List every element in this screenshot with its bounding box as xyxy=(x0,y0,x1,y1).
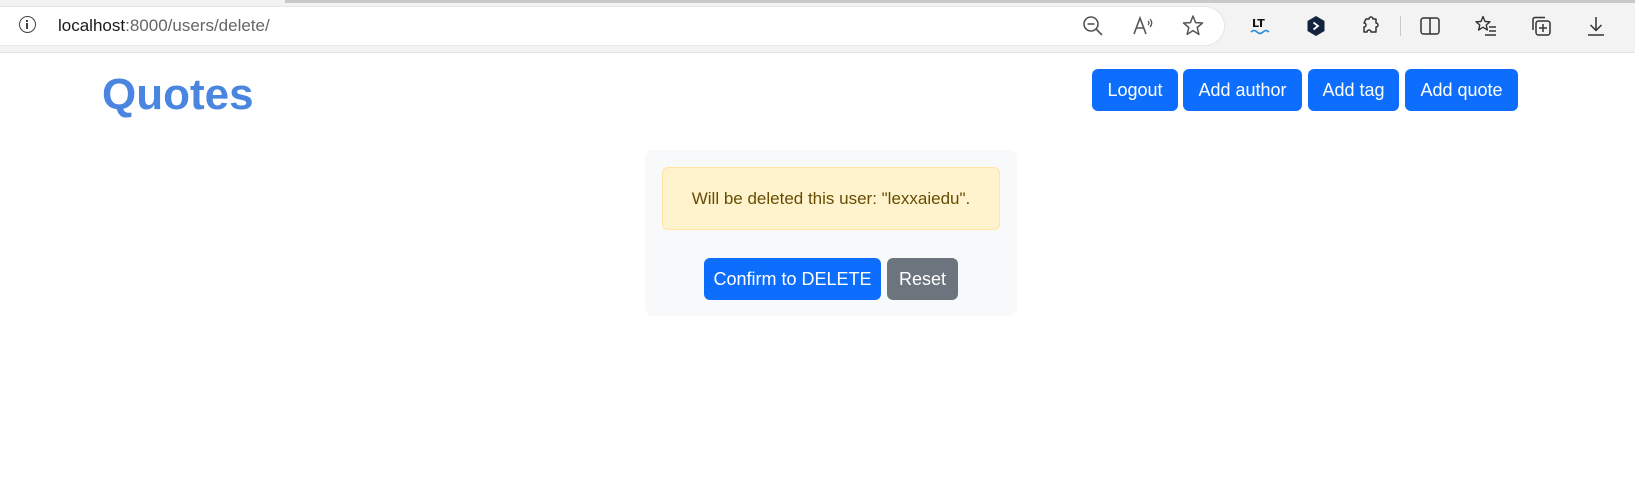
downloads-icon[interactable] xyxy=(1583,13,1609,39)
hex-extension-icon[interactable] xyxy=(1303,13,1329,39)
site-info-icon[interactable] xyxy=(19,16,36,33)
favorite-star-icon[interactable] xyxy=(1180,13,1206,39)
url-host: localhost xyxy=(58,16,126,35)
url-text[interactable]: localhost:8000/users/delete/ xyxy=(58,16,270,36)
url-path: :8000/users/delete/ xyxy=(125,16,270,35)
confirm-delete-button[interactable]: Confirm to DELETE xyxy=(704,258,881,300)
collections-icon[interactable] xyxy=(1528,13,1554,39)
site-title[interactable]: Quotes xyxy=(102,70,254,121)
toolbar-separator xyxy=(1400,16,1401,36)
delete-warning-alert: Will be deleted this user: "lexxaiedu". xyxy=(662,167,1000,230)
add-quote-button[interactable]: Add quote xyxy=(1405,69,1518,111)
address-bar[interactable]: localhost:8000/users/delete/ xyxy=(0,7,1224,45)
browser-toolbar: localhost:8000/users/delete/ LT xyxy=(0,0,1635,53)
delete-user-card: Will be deleted this user: "lexxaiedu". … xyxy=(645,150,1017,316)
logout-button[interactable]: Logout xyxy=(1092,69,1178,111)
read-aloud-icon[interactable] xyxy=(1130,13,1156,39)
languagetool-extension-icon[interactable]: LT xyxy=(1248,13,1274,39)
zoom-out-icon[interactable] xyxy=(1080,13,1106,39)
add-tag-button[interactable]: Add tag xyxy=(1308,69,1399,111)
tab-strip-edge xyxy=(285,0,1635,3)
extensions-puzzle-icon[interactable] xyxy=(1358,13,1384,39)
svg-text:LT: LT xyxy=(1252,17,1265,30)
reset-button[interactable]: Reset xyxy=(887,258,958,300)
add-author-button[interactable]: Add author xyxy=(1183,69,1302,111)
favorites-list-icon[interactable] xyxy=(1473,13,1499,39)
split-screen-icon[interactable] xyxy=(1417,13,1443,39)
